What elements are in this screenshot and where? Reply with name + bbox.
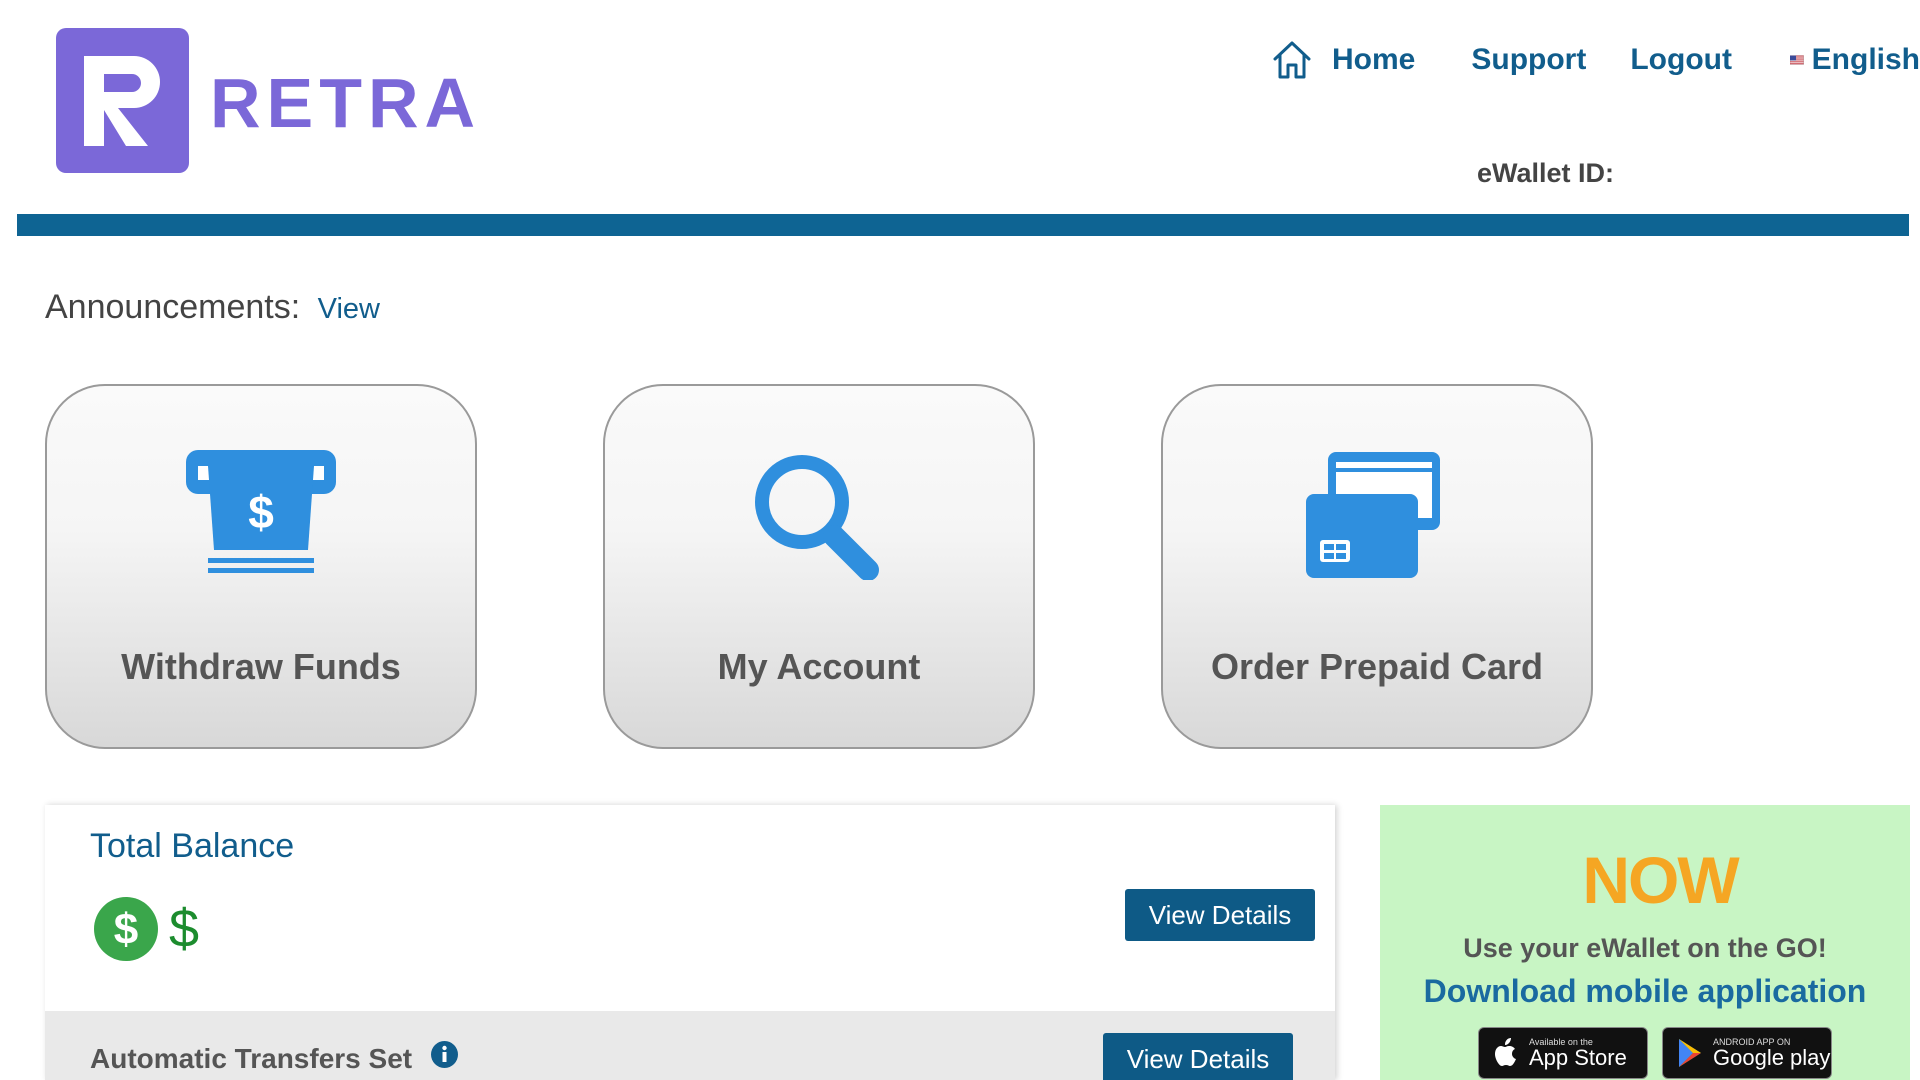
retra-logo-mark[interactable] xyxy=(56,28,189,173)
info-icon[interactable] xyxy=(431,1041,458,1068)
nav-support[interactable]: Support xyxy=(1471,43,1586,77)
app-store-badge[interactable]: Available on the App Store xyxy=(1478,1027,1648,1079)
language-selector[interactable]: English xyxy=(1790,38,1920,82)
nav-home[interactable]: Home xyxy=(1270,38,1415,82)
automatic-transfers-label: Automatic Transfers Set xyxy=(90,1043,413,1074)
tile-order-prepaid-card[interactable]: Order Prepaid Card xyxy=(1161,384,1593,749)
svg-text:$: $ xyxy=(114,905,138,954)
now-logo-text: NOW xyxy=(1582,843,1740,913)
apple-icon xyxy=(1489,1036,1523,1070)
app-store-big-text: App Store xyxy=(1529,1044,1627,1070)
google-play-icon xyxy=(1673,1036,1707,1070)
nav-logout[interactable]: Logout xyxy=(1630,43,1732,77)
announcements: Announcements: View xyxy=(45,288,380,327)
automatic-transfers-row: Automatic Transfers Set View Details xyxy=(45,1011,1335,1080)
tile-my-account[interactable]: My Account xyxy=(603,384,1035,749)
tile-withdraw-funds-label: Withdraw Funds xyxy=(121,646,401,687)
us-flag-icon xyxy=(1790,49,1804,71)
magnifier-icon xyxy=(744,450,894,580)
top-nav: Home Support Logout xyxy=(1270,38,1782,82)
balance-amount: $ xyxy=(169,899,200,959)
now-logo: NOW xyxy=(1570,843,1750,913)
announcements-view-link[interactable]: View xyxy=(318,293,380,325)
language-label: English xyxy=(1811,43,1920,76)
google-play-big-text: Google play xyxy=(1713,1044,1831,1070)
balance-panel: Total Balance $ $ View Details Automatic… xyxy=(45,805,1335,1080)
ewallet-id-label: eWallet ID: xyxy=(1477,158,1615,188)
tile-order-prepaid-card-label: Order Prepaid Card xyxy=(1210,646,1544,687)
tile-withdraw-funds[interactable]: $ Withdraw Funds xyxy=(45,384,477,749)
download-app-link[interactable]: Download mobile application xyxy=(1380,973,1910,1010)
nav-home-label: Home xyxy=(1332,43,1416,76)
mobile-app-promo: NOW Use your eWallet on the GO! Download… xyxy=(1380,805,1910,1080)
svg-text:$: $ xyxy=(248,486,274,538)
atm-cash-icon: $ xyxy=(186,450,336,580)
balance-view-details-button[interactable]: View Details xyxy=(1125,889,1315,941)
credit-cards-icon xyxy=(1302,450,1452,580)
balance-title: Total Balance xyxy=(90,827,295,865)
dollar-coin-icon: $ xyxy=(94,897,158,961)
promo-tagline: Use your eWallet on the GO! xyxy=(1463,933,1827,963)
google-play-badge[interactable]: ANDROID APP ON Google play xyxy=(1662,1027,1832,1079)
announcements-label: Announcements: xyxy=(45,288,301,326)
page: RETRA Home Support Logout English eWalle… xyxy=(0,0,1920,1080)
home-icon xyxy=(1270,38,1314,82)
header-divider-bar xyxy=(17,214,1909,236)
transfers-view-details-button[interactable]: View Details xyxy=(1103,1033,1293,1080)
tile-my-account-label: My Account xyxy=(717,646,921,687)
retra-logo-wordmark[interactable]: RETRA xyxy=(210,68,481,138)
